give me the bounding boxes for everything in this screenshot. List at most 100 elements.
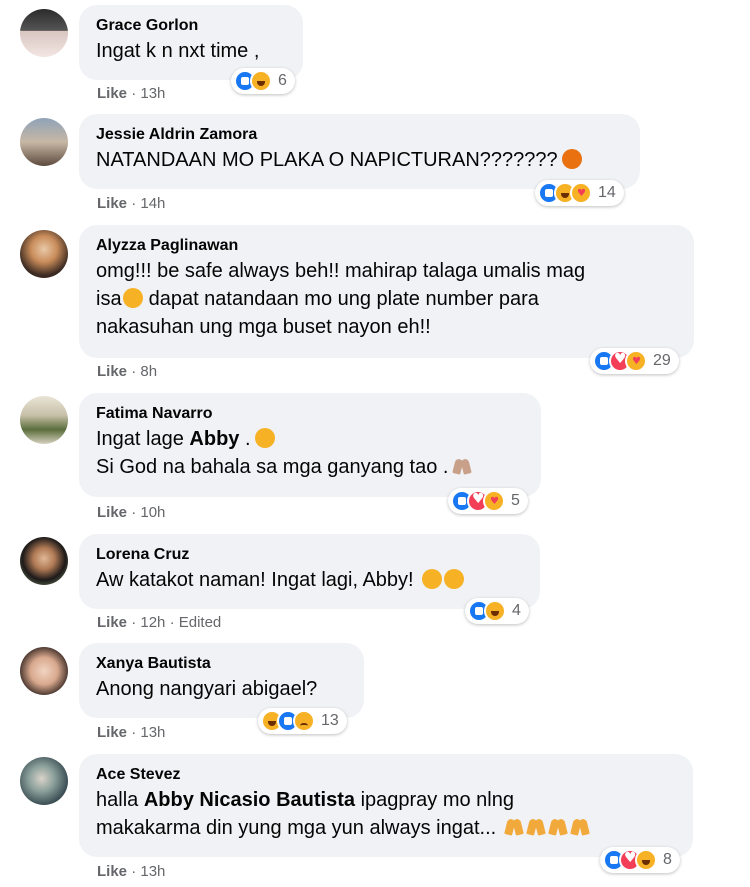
commenter-name[interactable]: Lorena Cruz [96, 544, 522, 566]
comment-text-line: omg!!! be safe always beh!! mahirap tala… [96, 260, 586, 282]
commenter-name[interactable]: Jessie Aldrin Zamora [96, 124, 622, 146]
comment-text-line: makakarma din yung mga yun always ingat.… [96, 814, 675, 842]
care-reaction-icon [483, 490, 505, 512]
timestamp[interactable]: 13h [140, 863, 165, 880]
haha-reaction-icon [484, 600, 506, 622]
comment-text-line: isa dapat natandaan mo ung plate number p… [96, 285, 676, 313]
praying-hands-icon [504, 817, 524, 837]
reaction-summary[interactable]: 8 [600, 847, 680, 873]
praying-hands-icon [526, 817, 546, 837]
haha-reaction-icon [635, 849, 657, 871]
edited-label[interactable]: Edited [179, 614, 222, 631]
like-button[interactable]: Like [97, 195, 127, 212]
timestamp[interactable]: 10h [140, 504, 165, 521]
reaction-summary[interactable]: 4 [465, 598, 529, 624]
commenter-name[interactable]: Fatima Navarro [96, 403, 523, 425]
comment-text-part: halla [96, 789, 139, 811]
angry-face-icon [561, 149, 582, 169]
like-button[interactable]: Like [97, 724, 127, 741]
avatar[interactable] [20, 757, 68, 805]
reaction-summary[interactable]: 6 [231, 68, 295, 94]
reaction-count: 14 [598, 184, 616, 201]
like-button[interactable]: Like [97, 363, 127, 380]
reaction-count: 8 [663, 851, 672, 868]
commenter-name[interactable]: Xanya Bautista [96, 653, 346, 675]
avatar[interactable] [20, 537, 68, 585]
comment-text-part: Ingat lage [96, 428, 184, 450]
reaction-count: 5 [511, 492, 520, 509]
care-reaction-icon [625, 350, 647, 372]
comment-text-part: isa [96, 288, 122, 310]
relieved-face-icon [443, 569, 464, 589]
praying-hands-icon [570, 817, 590, 837]
pleading-face-icon [254, 428, 275, 448]
comment-text-body: Aw katakot naman! Ingat lagi, Abby! [96, 569, 414, 591]
comment-meta: Like · 13h [97, 863, 165, 880]
comment-text-part: ipagpray mo nlng [360, 789, 514, 811]
timestamp[interactable]: 8h [140, 363, 157, 380]
separator: · [131, 724, 137, 741]
comment-text: Ingat k n nxt time , [96, 40, 260, 62]
like-button[interactable]: Like [97, 85, 127, 102]
comment-text: NATANDAAN MO PLAKA O NAPICTURAN??????? [96, 146, 622, 174]
comment-text-line: nakasuhan ung mga buset nayon eh!! [96, 316, 431, 338]
mention-link[interactable]: Abby [189, 428, 239, 450]
comment-text: Anong nangyari abigael? [96, 678, 318, 700]
comment-meta: Like · 13h [97, 85, 165, 102]
separator: · [131, 863, 137, 880]
comment-bubble: Fatima Navarro Ingat lage Abby . Si God … [79, 393, 541, 497]
praying-hands-icon [452, 456, 472, 476]
comment-bubble: Ace Stevez halla Abby Nicasio Bautista i… [79, 754, 693, 857]
comment-text-line: halla Abby Nicasio Bautista ipagpray mo … [96, 786, 675, 814]
reaction-summary[interactable]: 5 [448, 488, 528, 514]
like-button[interactable]: Like [97, 863, 127, 880]
separator: · [131, 504, 137, 521]
comment-bubble: Lorena Cruz Aw katakot naman! Ingat lagi… [79, 534, 540, 609]
timestamp[interactable]: 13h [140, 85, 165, 102]
separator: · [131, 195, 137, 212]
comment-meta: Like · 13h [97, 724, 165, 741]
comment-text-line: Ingat lage Abby . [96, 425, 523, 453]
comment-meta: Like · 14h [97, 195, 165, 212]
reaction-summary[interactable]: 14 [535, 180, 624, 206]
commenter-name[interactable]: Ace Stevez [96, 764, 675, 786]
reaction-count: 13 [321, 712, 339, 729]
avatar[interactable] [20, 647, 68, 695]
avatar[interactable] [20, 118, 68, 166]
separator: · [169, 614, 175, 631]
commenter-name[interactable]: Alyzza Paglinawan [96, 235, 676, 257]
commenter-name[interactable]: Grace Gorlon [96, 15, 285, 37]
sad-reaction-icon [293, 710, 315, 732]
separator: · [131, 85, 137, 102]
comment-bubble: Xanya Bautista Anong nangyari abigael? [79, 643, 364, 718]
praying-hands-icon [548, 817, 568, 837]
timestamp[interactable]: 12h [140, 614, 165, 631]
like-button[interactable]: Like [97, 614, 127, 631]
comment-meta: Like · 10h [97, 504, 165, 521]
comment-text-part: . [244, 428, 251, 450]
avatar[interactable] [20, 9, 68, 57]
downcast-face-icon [421, 569, 442, 589]
comment-text-part: Si God na bahala sa mga ganyang tao . [96, 456, 449, 478]
reaction-count: 6 [278, 72, 287, 89]
avatar[interactable] [20, 396, 68, 444]
comment-text-body: NATANDAAN MO PLAKA O NAPICTURAN??????? [96, 149, 558, 171]
reaction-count: 29 [653, 352, 671, 369]
reaction-summary[interactable]: 29 [590, 348, 679, 374]
mention-link[interactable]: Abby Nicasio Bautista [144, 789, 355, 811]
timestamp[interactable]: 13h [140, 724, 165, 741]
comment-bubble: Jessie Aldrin Zamora NATANDAAN MO PLAKA … [79, 114, 640, 189]
separator: · [131, 614, 137, 631]
comment-meta: Like · 12h · Edited [97, 614, 221, 631]
comment-text: Aw katakot naman! Ingat lagi, Abby! [96, 566, 522, 594]
haha-reaction-icon [250, 70, 272, 92]
like-button[interactable]: Like [97, 504, 127, 521]
crying-face-icon [122, 288, 143, 308]
comment-text-part: makakarma din yung mga yun always ingat.… [96, 817, 497, 839]
timestamp[interactable]: 14h [140, 195, 165, 212]
avatar[interactable] [20, 230, 68, 278]
reaction-summary[interactable]: 13 [258, 708, 347, 734]
comment-text-part: dapat natandaan mo ung plate number para [148, 288, 539, 310]
care-reaction-icon [570, 182, 592, 204]
reaction-count: 4 [512, 602, 521, 619]
